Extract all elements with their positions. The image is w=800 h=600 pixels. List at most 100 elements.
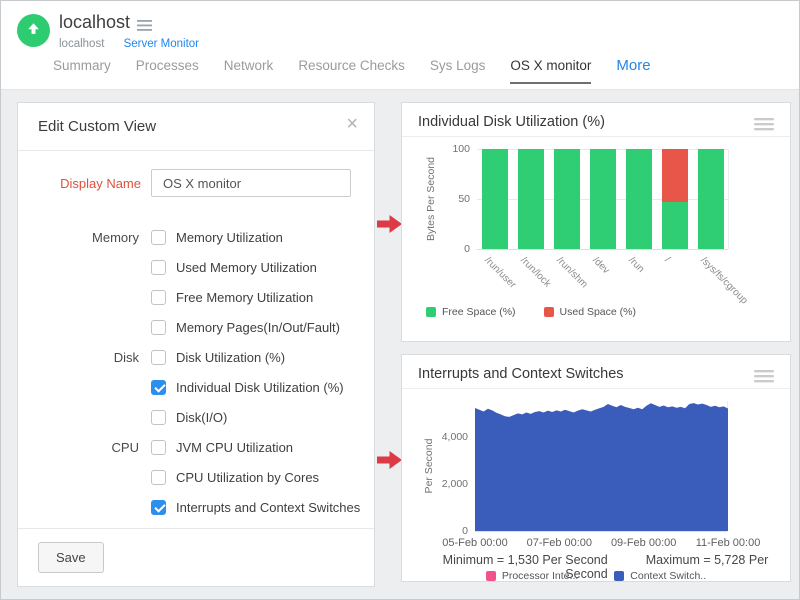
x-tick-label-05-feb-00-00: 05-Feb 00:00: [427, 537, 523, 549]
tab-network[interactable]: Network: [224, 58, 274, 82]
up-arrow-icon: [25, 20, 42, 42]
checkbox-disk-i-o[interactable]: [151, 410, 166, 425]
legend-swatch-icon: [486, 571, 496, 581]
gridline: [475, 531, 727, 532]
tab-processes[interactable]: Processes: [136, 58, 199, 82]
checkbox-label-memory-pages-in-out-fault: Memory Pages(In/Out/Fault): [176, 320, 340, 335]
dialog-title: Edit Custom View: [38, 118, 156, 135]
minimum-value: Minimum = 1,530 Per Second: [443, 553, 608, 567]
checkbox-free-memory-utilization[interactable]: [151, 290, 166, 305]
tab-sys-logs[interactable]: Sys Logs: [430, 58, 486, 82]
gridline: [477, 249, 728, 250]
checkbox-list: MemoryMemory UtilizationUsed Memory Util…: [18, 222, 374, 522]
legend-item-processor-inte[interactable]: Processor Inte...: [486, 570, 578, 582]
group-label-memory: Memory: [18, 230, 151, 245]
x-tick-label-sys-fs-cgroup: /sys/fs/cgroup: [698, 255, 749, 306]
checkbox-row-jvm-cpu-utilization: CPUJVM CPU Utilization: [18, 432, 374, 462]
bar-used-space-root: [662, 149, 688, 202]
y-tick-label: 100: [432, 143, 470, 155]
checkbox-used-memory-utilization[interactable]: [151, 260, 166, 275]
checkbox-disk-utilization[interactable]: [151, 350, 166, 365]
legend-swatch-icon: [426, 307, 436, 317]
checkbox-label-memory-utilization: Memory Utilization: [176, 230, 283, 245]
checkbox-label-individual-disk-utilization: Individual Disk Utilization (%): [176, 380, 344, 395]
tab-summary[interactable]: Summary: [53, 58, 111, 82]
edit-custom-view-dialog: Edit Custom View × Display Name Memory Me…: [17, 102, 375, 587]
disk-chart-title: Individual Disk Utilization (%): [418, 114, 605, 130]
breadcrumb-host: localhost: [59, 38, 104, 50]
checkbox-row-disk-i-o: Disk(I/O): [18, 402, 374, 432]
checkbox-individual-disk-utilization[interactable]: [151, 380, 166, 395]
dialog-header: Edit Custom View ×: [18, 103, 374, 151]
interrupts-chart-menu-icon[interactable]: [754, 370, 774, 388]
checkbox-label-interrupts-and-context-switches: Interrupts and Context Switches: [176, 500, 360, 515]
bar-free-space-run-lock: [518, 149, 544, 249]
legend-swatch-icon: [614, 571, 624, 581]
bar-free-space-run: [626, 149, 652, 249]
bar-free-space-run-user: [482, 149, 508, 249]
save-button[interactable]: Save: [38, 542, 104, 573]
title-hamburger-menu-icon[interactable]: [137, 18, 152, 36]
y-tick-label: 4,000: [424, 431, 468, 443]
tab-resource-checks[interactable]: Resource Checks: [298, 58, 405, 82]
disk-chart-menu-icon[interactable]: [754, 118, 774, 136]
bar-free-space-dev: [590, 149, 616, 249]
x-tick-label-07-feb-00-00: 07-Feb 00:00: [511, 537, 607, 549]
legend-item-free-space[interactable]: Free Space (%): [426, 306, 516, 318]
checkbox-label-disk-i-o: Disk(I/O): [176, 410, 227, 425]
x-tick-label-11-feb-00-00: 11-Feb 00:00: [680, 537, 776, 549]
y-tick-label: 50: [432, 193, 470, 205]
legend-item-used-space[interactable]: Used Space (%): [544, 306, 636, 318]
interrupts-chart-legend: Processor Inte... Context Switch..: [402, 570, 790, 582]
display-name-input[interactable]: [151, 169, 351, 197]
checkbox-label-free-memory-utilization: Free Memory Utilization: [176, 290, 313, 305]
y-tick-label: 0: [424, 525, 468, 537]
checkbox-row-free-memory-utilization: Free Memory Utilization: [18, 282, 374, 312]
disk-chart-legend: Free Space (%) Used Space (%): [426, 306, 636, 318]
interrupts-chart-title: Interrupts and Context Switches: [418, 366, 624, 382]
checkbox-memory-pages-in-out-fault[interactable]: [151, 320, 166, 335]
group-label-disk: Disk: [18, 350, 151, 365]
red-arrow-to-disk-chart-icon: [377, 215, 402, 238]
legend-label: Used Space (%): [560, 306, 636, 318]
interrupts-chart-plot: [475, 401, 728, 531]
checkbox-row-memory-pages-in-out-fault: Memory Pages(In/Out/Fault): [18, 312, 374, 342]
legend-label: Processor Inte...: [502, 570, 578, 582]
breadcrumb: localhost Server Monitor: [59, 38, 199, 50]
breadcrumb-server-monitor-link[interactable]: Server Monitor: [124, 38, 199, 50]
disk-utilization-card: Individual Disk Utilization (%) Bytes Pe…: [401, 102, 791, 342]
x-tick-label-run-lock: /run/lock: [518, 255, 553, 290]
checkbox-row-disk-utilization: Disk Disk Utilization (%): [18, 342, 374, 372]
checkbox-label-jvm-cpu-utilization: JVM CPU Utilization: [176, 440, 293, 455]
content-area: Edit Custom View × Display Name Memory Me…: [1, 89, 799, 599]
checkbox-cpu-utilization-by-cores[interactable]: [151, 470, 166, 485]
tab-bar: Summary Processes Network Resource Checks Sy…: [53, 57, 651, 84]
tab-more[interactable]: More: [616, 57, 650, 83]
x-tick-label-09-feb-00-00: 09-Feb 00:00: [596, 537, 692, 549]
legend-item-context-switch[interactable]: Context Switch..: [614, 570, 706, 582]
checkbox-interrupts-and-context-switches[interactable]: [151, 500, 166, 515]
interrupts-card: Interrupts and Context Switches Per Seco…: [401, 354, 791, 582]
x-tick-label-run-user: /run/user: [482, 255, 518, 291]
x-tick-label-run-shm: /run/shm: [554, 255, 589, 290]
legend-label: Free Space (%): [442, 306, 516, 318]
divider: [402, 136, 790, 137]
close-icon[interactable]: ×: [346, 114, 358, 134]
divider: [402, 388, 790, 389]
x-tick-label-root: /: [662, 255, 672, 265]
checkbox-label-disk-utilization: Disk Utilization (%): [176, 350, 285, 365]
y-tick-label: 0: [432, 243, 470, 255]
monitor-status-badge: [17, 14, 50, 47]
checkbox-jvm-cpu-utilization[interactable]: [151, 440, 166, 455]
checkbox-row-cpu-utilization-by-cores: CPU Utilization by Cores: [18, 462, 374, 492]
disk-chart-plot: [477, 149, 729, 249]
legend-label: Context Switch..: [630, 570, 706, 582]
checkbox-memory-utilization[interactable]: [151, 230, 166, 245]
dialog-footer: Save: [18, 528, 374, 586]
context-switches-area: [475, 401, 728, 531]
app-window: localhost localhost Server Monitor Summa…: [0, 0, 800, 600]
tab-os-x-monitor[interactable]: OS X monitor: [510, 58, 591, 84]
checkbox-row-individual-disk-utilization: Individual Disk Utilization (%): [18, 372, 374, 402]
y-tick-label: 2,000: [424, 478, 468, 490]
display-name-row: Display Name: [18, 169, 374, 197]
